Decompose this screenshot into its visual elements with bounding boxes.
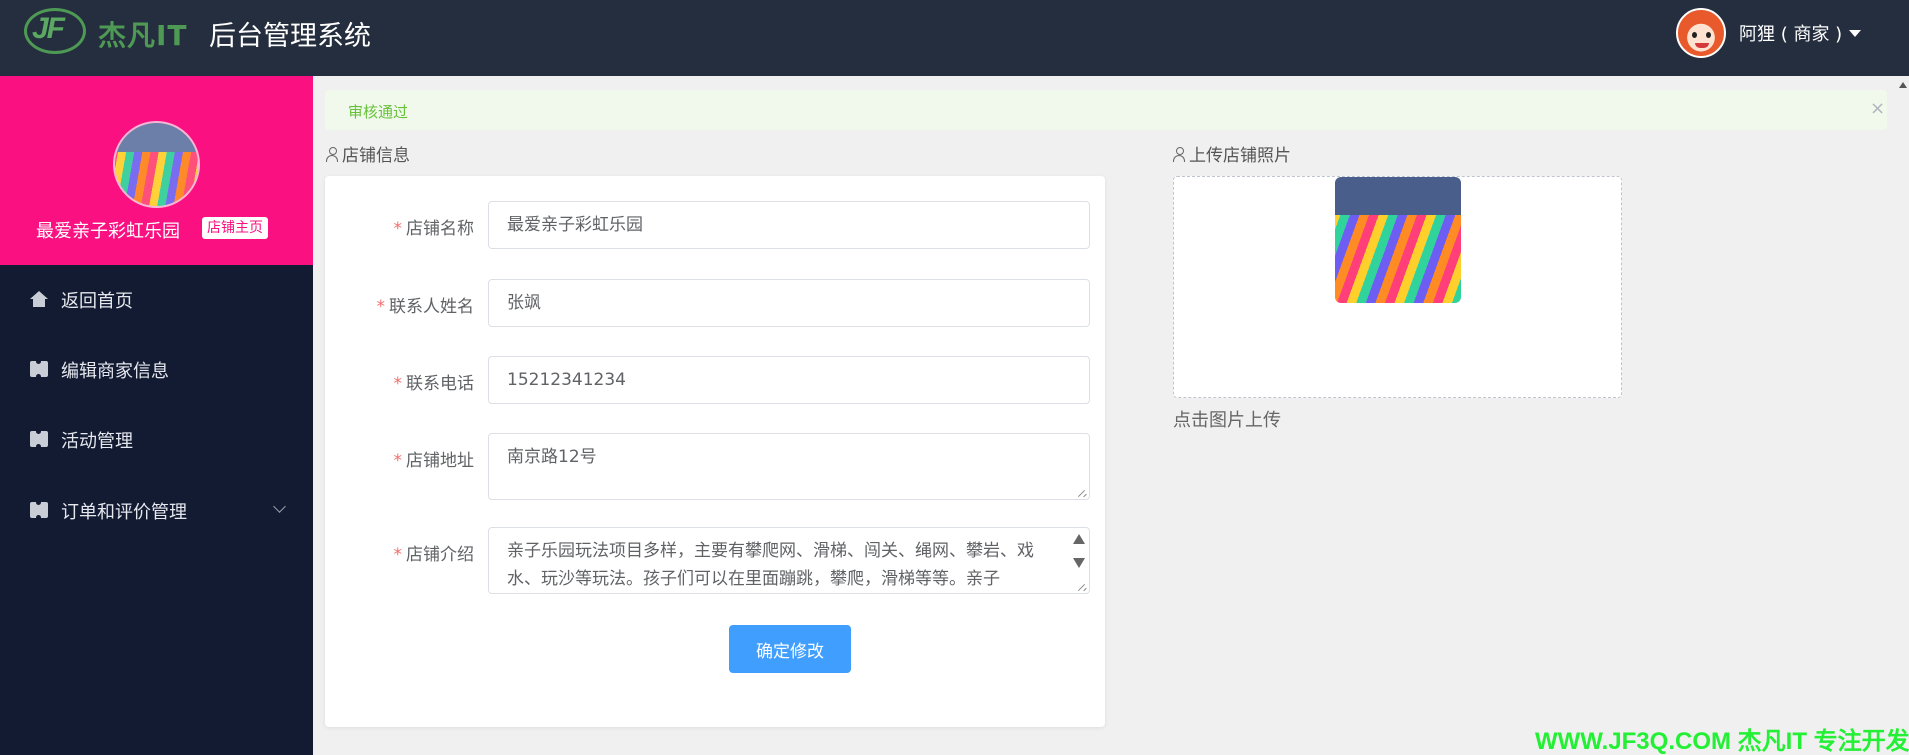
chevron-down-icon[interactable] xyxy=(273,500,286,513)
home-icon-body xyxy=(33,299,45,307)
resize-grip-icon[interactable] xyxy=(1077,487,1087,497)
sidebar-item-label: 编辑商家信息 xyxy=(61,361,169,382)
sidebar: 最爱亲子彩虹乐园 店铺主页 返回首页 编辑商家信息 活动管理 订单和评价管理 xyxy=(0,76,313,755)
app-title: 后台管理系统 xyxy=(209,21,371,52)
home-icon xyxy=(30,291,48,299)
sidebar-item-home[interactable]: 返回首页 xyxy=(0,271,313,327)
resize-grip-icon[interactable] xyxy=(1077,581,1087,591)
upload-photo-title-text: 上传店铺照片 xyxy=(1189,146,1291,166)
ticket-icon xyxy=(30,359,48,379)
shop-homepage-link[interactable]: 店铺主页 xyxy=(202,217,268,239)
ticket-icon xyxy=(30,500,48,520)
address-label: * 店铺地址 xyxy=(393,451,475,471)
shop-profile-card: 最爱亲子彩虹乐园 店铺主页 xyxy=(0,76,313,265)
ticket-icon xyxy=(30,429,48,449)
logo-mark: JF xyxy=(32,12,65,45)
shop-name: 最爱亲子彩虹乐园 xyxy=(36,221,180,242)
scroll-down-icon[interactable] xyxy=(1073,558,1085,568)
user-menu-name[interactable]: 阿狸 ( 商家 ) xyxy=(1739,20,1842,46)
phone-input[interactable]: 15212341234 xyxy=(488,356,1090,404)
intro-textarea[interactable]: 亲子乐园玩法项目多样，主要有攀爬网、滑梯、闯关、绳网、攀岩、戏水、玩沙等玩法。孩… xyxy=(488,527,1090,594)
brand-logo: JF 杰凡IT xyxy=(24,8,194,54)
user-avatar[interactable] xyxy=(1676,8,1726,58)
upload-photo-title: 上传店铺照片 xyxy=(1173,141,1291,166)
photo-upload-area[interactable] xyxy=(1173,176,1622,398)
contact-name-label: * 联系人姓名 xyxy=(376,297,475,317)
address-value: 南京路12号 xyxy=(507,447,597,467)
contact-name-input[interactable]: 张飒 xyxy=(488,279,1090,327)
logo-text: 杰凡IT xyxy=(98,19,188,52)
status-alert: 审核通过 × xyxy=(325,90,1887,130)
site-watermark: WWW.JF3Q.COM 杰凡IT 专注开发 xyxy=(1535,728,1909,755)
scroll-up-icon[interactable] xyxy=(1073,534,1085,544)
sidebar-item-label: 活动管理 xyxy=(61,431,133,452)
store-info-title-text: 店铺信息 xyxy=(342,146,410,166)
sidebar-item-label: 返回首页 xyxy=(61,291,133,312)
store-info-title: 店铺信息 xyxy=(326,141,410,166)
intro-label: * 店铺介绍 xyxy=(393,545,475,565)
store-info-form: * 店铺名称 最爱亲子彩虹乐园 * 联系人姓名 张飒 * 联系电话 152123412… xyxy=(325,176,1105,727)
sidebar-item-edit-merchant[interactable]: 编辑商家信息 xyxy=(0,341,313,397)
upload-hint: 点击图片上传 xyxy=(1173,410,1281,431)
store-name-input[interactable]: 最爱亲子彩虹乐园 xyxy=(488,201,1090,249)
sidebar-item-label: 订单和评价管理 xyxy=(61,502,187,523)
intro-value: 亲子乐园玩法项目多样，主要有攀爬网、滑梯、闯关、绳网、攀岩、戏水、玩沙等玩法。孩… xyxy=(507,541,1034,589)
shop-avatar xyxy=(113,121,200,208)
confirm-submit-button[interactable]: 确定修改 xyxy=(729,625,851,673)
phone-label: * 联系电话 xyxy=(393,374,475,394)
store-name-label: * 店铺名称 xyxy=(393,219,475,239)
page-scrollbar[interactable] xyxy=(1897,76,1909,755)
alert-message: 审核通过 xyxy=(348,103,409,121)
scroll-up-arrow-icon[interactable] xyxy=(1899,82,1907,88)
sidebar-item-orders-reviews[interactable]: 订单和评价管理 xyxy=(0,482,313,538)
address-textarea[interactable]: 南京路12号 xyxy=(488,433,1090,500)
sidebar-item-activities[interactable]: 活动管理 xyxy=(0,411,313,467)
user-icon xyxy=(1173,147,1187,162)
caret-down-icon[interactable] xyxy=(1849,30,1861,37)
user-icon xyxy=(326,147,340,162)
close-icon[interactable]: × xyxy=(1870,98,1885,119)
top-header: JF 杰凡IT 后台管理系统 阿狸 ( 商家 ) xyxy=(0,0,1909,76)
main-content: 审核通过 × 店铺信息 * 店铺名称 最爱亲子彩虹乐园 * 联系人姓名 张飒 * 联系… xyxy=(313,76,1909,755)
store-photo[interactable] xyxy=(1335,177,1461,303)
